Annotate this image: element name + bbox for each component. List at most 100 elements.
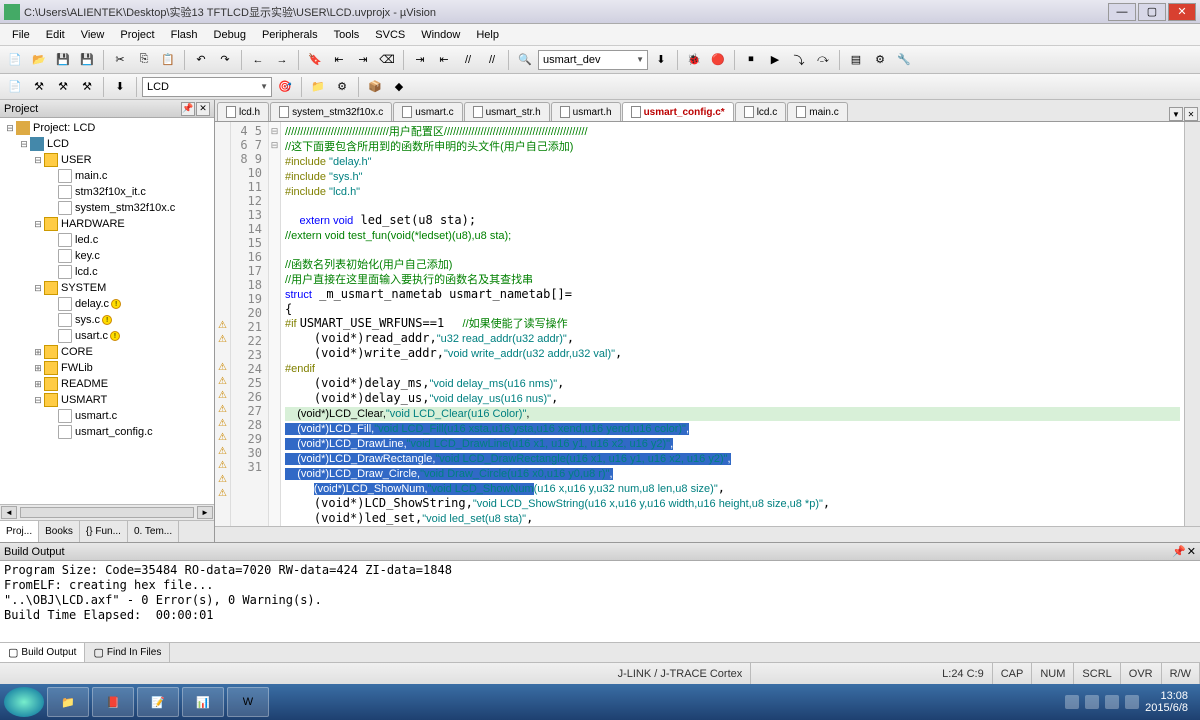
save-all-button[interactable]: 💾 (76, 49, 98, 71)
project-tab[interactable]: {} Fun... (80, 521, 128, 542)
build-tab[interactable]: ▢Build Output (0, 643, 85, 662)
start-button[interactable] (4, 687, 44, 717)
target-options-button[interactable]: 🎯 (274, 76, 296, 98)
tree-item[interactable]: ⊟USMART (0, 392, 214, 408)
bookmark-button[interactable]: 🔖 (304, 49, 326, 71)
file-tab[interactable]: usmart.h (551, 102, 621, 121)
file-tab[interactable]: usmart_str.h (464, 102, 550, 121)
project-tab[interactable]: 0. Tem... (128, 521, 179, 542)
breakpoint-button[interactable]: 🔴 (707, 49, 729, 71)
taskbar-pdf[interactable]: 📕 (92, 687, 134, 717)
nav-back-button[interactable]: ← (247, 49, 269, 71)
indent-button[interactable]: ⇥ (409, 49, 431, 71)
find-combo[interactable]: usmart_dev (538, 50, 648, 70)
build-pin-button[interactable]: 📌 (1172, 545, 1186, 558)
close-button[interactable]: ✕ (1168, 3, 1196, 21)
fold-column[interactable]: ⊟ ⊟ (269, 122, 281, 526)
menu-window[interactable]: Window (413, 27, 468, 43)
tray-icon[interactable] (1125, 695, 1139, 709)
config-button[interactable]: ⚙ (869, 49, 891, 71)
window-layout-button[interactable]: ▤ (845, 49, 867, 71)
file-tab[interactable]: usmart.c (393, 102, 462, 121)
bookmark-next-button[interactable]: ⇥ (352, 49, 374, 71)
run-button[interactable]: ▶ (764, 49, 786, 71)
editor-hscroll[interactable] (215, 526, 1200, 542)
minimize-button[interactable]: — (1108, 3, 1136, 21)
menu-debug[interactable]: Debug (206, 27, 254, 43)
project-hscroll[interactable]: ◄► (0, 504, 214, 520)
tree-item[interactable]: ⊞FWLib (0, 360, 214, 376)
menu-project[interactable]: Project (112, 27, 162, 43)
taskbar-ppt[interactable]: 📊 (182, 687, 224, 717)
code-editor[interactable]: //////////////////////////////////用户配置区/… (281, 122, 1184, 526)
tree-item[interactable]: main.c (0, 168, 214, 184)
taskbar-notepad[interactable]: 📝 (137, 687, 179, 717)
tree-item[interactable]: ⊟LCD (0, 136, 214, 152)
open-file-button[interactable]: 📂 (28, 49, 50, 71)
tray-icon[interactable] (1085, 695, 1099, 709)
menu-view[interactable]: View (73, 27, 113, 43)
file-tab[interactable]: lcd.c (735, 102, 787, 121)
project-tab[interactable]: Books (39, 521, 80, 542)
batch-build-button[interactable]: ⚒ (76, 76, 98, 98)
nav-fwd-button[interactable]: → (271, 49, 293, 71)
step-over-button[interactable]: ⤼ (812, 49, 834, 71)
tree-item[interactable]: lcd.c (0, 264, 214, 280)
tree-item[interactable]: usart.c! (0, 328, 214, 344)
stop-button[interactable]: ⏹ (740, 49, 762, 71)
tree-item[interactable]: ⊟HARDWARE (0, 216, 214, 232)
pack-installer-button[interactable]: 📦 (364, 76, 386, 98)
menu-file[interactable]: File (4, 27, 38, 43)
download-button[interactable]: ⬇ (109, 76, 131, 98)
rte-button[interactable]: ◆ (388, 76, 410, 98)
build-close-button[interactable]: ✕ (1187, 545, 1196, 558)
target-combo[interactable]: LCD (142, 77, 272, 97)
maximize-button[interactable]: ▢ (1138, 3, 1166, 21)
taskbar-word[interactable]: W (227, 687, 269, 717)
file-tab[interactable]: lcd.h (217, 102, 269, 121)
tree-item[interactable]: ⊞CORE (0, 344, 214, 360)
tab-close-button[interactable]: ✕ (1184, 107, 1198, 121)
tree-item[interactable]: ⊟SYSTEM (0, 280, 214, 296)
find-button[interactable]: 🔍 (514, 49, 536, 71)
tree-item[interactable]: led.c (0, 232, 214, 248)
taskbar-explorer[interactable]: 📁 (47, 687, 89, 717)
file-ext-button[interactable]: 📁 (307, 76, 329, 98)
tray-icon[interactable] (1065, 695, 1079, 709)
tree-item[interactable]: ⊟USER (0, 152, 214, 168)
debug-button[interactable]: 🐞 (683, 49, 705, 71)
copy-button[interactable]: ⎘ (133, 49, 155, 71)
outdent-button[interactable]: ⇤ (433, 49, 455, 71)
file-tab[interactable]: usmart_config.c* (622, 102, 734, 121)
step-button[interactable]: ⤵ (788, 49, 810, 71)
editor-vscroll[interactable] (1184, 122, 1200, 526)
tree-item[interactable]: system_stm32f10x.c (0, 200, 214, 216)
bookmark-prev-button[interactable]: ⇤ (328, 49, 350, 71)
build-tab[interactable]: ▢Find In Files (85, 643, 170, 662)
menu-tools[interactable]: Tools (326, 27, 368, 43)
menu-flash[interactable]: Flash (163, 27, 206, 43)
save-button[interactable]: 💾 (52, 49, 74, 71)
redo-button[interactable]: ↷ (214, 49, 236, 71)
cut-button[interactable]: ✂ (109, 49, 131, 71)
system-tray[interactable]: 13:08 2015/6/8 (1065, 690, 1196, 714)
menu-svcs[interactable]: SVCS (367, 27, 413, 43)
comment-button[interactable]: // (457, 49, 479, 71)
tab-dropdown-button[interactable]: ▼ (1169, 107, 1183, 121)
panel-close-button[interactable]: ✕ (196, 102, 210, 116)
taskbar-clock[interactable]: 13:08 2015/6/8 (1145, 690, 1188, 714)
tree-item[interactable]: sys.c! (0, 312, 214, 328)
file-tab[interactable]: main.c (787, 102, 847, 121)
tree-item[interactable]: delay.c! (0, 296, 214, 312)
tree-item[interactable]: stm32f10x_it.c (0, 184, 214, 200)
panel-pin-button[interactable]: 📌 (181, 102, 195, 116)
undo-button[interactable]: ↶ (190, 49, 212, 71)
tray-icon[interactable] (1105, 695, 1119, 709)
tree-item[interactable]: ⊟Project: LCD (0, 120, 214, 136)
tree-item[interactable]: usmart_config.c (0, 424, 214, 440)
bookmark-clear-button[interactable]: ⌫ (376, 49, 398, 71)
new-file-button[interactable]: 📄 (4, 49, 26, 71)
manage-button[interactable]: ⚙ (331, 76, 353, 98)
tree-item[interactable]: usmart.c (0, 408, 214, 424)
rebuild-button[interactable]: ⚒ (52, 76, 74, 98)
